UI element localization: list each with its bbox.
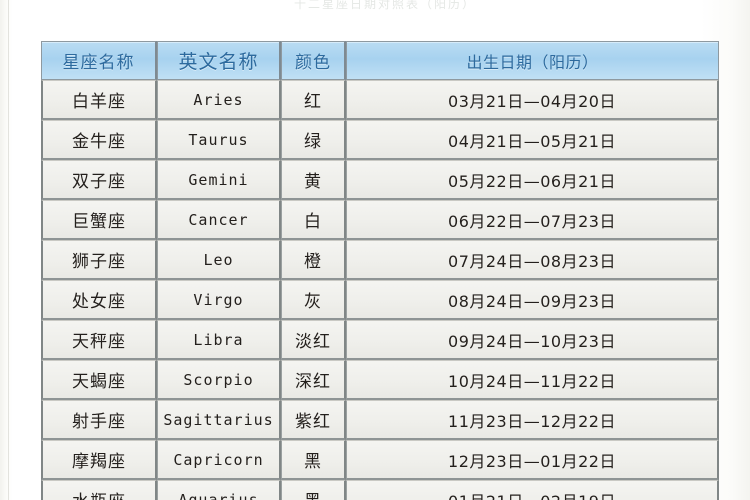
cell-zodiac-name: 摩羯座	[41, 440, 157, 480]
cell-english-name: Leo	[157, 240, 281, 280]
cell-english-name: Scorpio	[157, 360, 281, 400]
cell-birth-date: 04月21日—05月21日	[346, 120, 719, 160]
cell-color: 红	[281, 80, 346, 120]
column-header-color: 颜色	[281, 41, 346, 80]
cell-birth-date: 05月22日—06月21日	[346, 160, 719, 200]
cell-english-name: Gemini	[157, 160, 281, 200]
screenshot-canvas: 十二星座日期对照表（阳历） 星座名称 英文名称 颜色 出生日期（阳历） 白羊座 A…	[0, 0, 750, 500]
cell-zodiac-name: 天秤座	[41, 320, 157, 360]
cell-birth-date: 07月24日—08月23日	[346, 240, 719, 280]
cell-english-name: Aries	[157, 80, 281, 120]
cell-english-name: Virgo	[157, 280, 281, 320]
cell-english-name: Cancer	[157, 200, 281, 240]
zodiac-date-table: 星座名称 英文名称 颜色 出生日期（阳历） 白羊座 Aries 红 03月21日—04…	[41, 41, 719, 500]
cell-zodiac-name: 天蝎座	[41, 360, 157, 400]
page-caption: 十二星座日期对照表（阳历）	[293, 0, 476, 11]
table-row: 天蝎座 Scorpio 深红 10月24日—11月22日	[41, 360, 719, 400]
cell-color: 橙	[281, 240, 346, 280]
cell-color: 黄	[281, 160, 346, 200]
table-header: 星座名称 英文名称 颜色 出生日期（阳历）	[41, 41, 719, 80]
cell-zodiac-name: 狮子座	[41, 240, 157, 280]
table-row: 处女座 Virgo 灰 08月24日—09月23日	[41, 280, 719, 320]
cell-zodiac-name: 金牛座	[41, 120, 157, 160]
cell-zodiac-name: 射手座	[41, 400, 157, 440]
table-body: 白羊座 Aries 红 03月21日—04月20日 金牛座 Taurus 绿 04月21日—0…	[41, 80, 719, 500]
cell-color: 白	[281, 200, 346, 240]
cell-english-name: Sagittarius	[157, 400, 281, 440]
cell-zodiac-name: 水瓶座	[41, 480, 157, 500]
cell-birth-date: 10月24日—11月22日	[346, 360, 719, 400]
table-row: 水瓶座Aquarius黑01月21日—02月19日	[41, 480, 719, 500]
cell-zodiac-name: 双子座	[41, 160, 157, 200]
cell-zodiac-name: 白羊座	[41, 80, 157, 120]
table-row: 狮子座 Leo 橙 07月24日—08月23日	[41, 240, 719, 280]
cell-birth-date: 11月23日—12月22日	[346, 400, 719, 440]
cell-birth-date: 09月24日—10月23日	[346, 320, 719, 360]
cell-birth-date: 08月24日—09月23日	[346, 280, 719, 320]
cell-english-name: Libra	[157, 320, 281, 360]
table-row: 白羊座 Aries 红 03月21日—04月20日	[41, 80, 719, 120]
column-header-english-name: 英文名称	[157, 41, 281, 80]
cell-color: 紫红	[281, 400, 346, 440]
cell-color: 绿	[281, 120, 346, 160]
cell-zodiac-name: 处女座	[41, 280, 157, 320]
cell-color: 灰	[281, 280, 346, 320]
cell-color: 黑	[281, 440, 346, 480]
table-row: 摩羯座 Capricorn 黑 12月23日—01月22日	[41, 440, 719, 480]
cell-birth-date: 12月23日—01月22日	[346, 440, 719, 480]
cell-color: 深红	[281, 360, 346, 400]
cell-birth-date: 01月21日—02月19日	[346, 480, 719, 500]
table-row: 巨蟹座 Cancer 白 06月22日—07月23日	[41, 200, 719, 240]
cell-color: 淡红	[281, 320, 346, 360]
table-row: 双子座 Gemini 黄 05月22日—06月21日	[41, 160, 719, 200]
table-row: 射手座 Sagittarius 紫红 11月23日—12月22日	[41, 400, 719, 440]
table-row: 天秤座 Libra 淡红 09月24日—10月23日	[41, 320, 719, 360]
column-header-birth-date: 出生日期（阳历）	[346, 41, 719, 80]
cell-english-name: Taurus	[157, 120, 281, 160]
cell-birth-date: 03月21日—04月20日	[346, 80, 719, 120]
cell-zodiac-name: 巨蟹座	[41, 200, 157, 240]
cell-color: 黑	[281, 480, 346, 500]
table-header-row: 星座名称 英文名称 颜色 出生日期（阳历）	[41, 41, 719, 80]
cell-birth-date: 06月22日—07月23日	[346, 200, 719, 240]
cell-english-name: Capricorn	[157, 440, 281, 480]
table-row: 金牛座 Taurus 绿 04月21日—05月21日	[41, 120, 719, 160]
column-header-zodiac-name: 星座名称	[41, 41, 157, 80]
cell-english-name: Aquarius	[157, 480, 281, 500]
page-left-rule	[8, 0, 9, 500]
